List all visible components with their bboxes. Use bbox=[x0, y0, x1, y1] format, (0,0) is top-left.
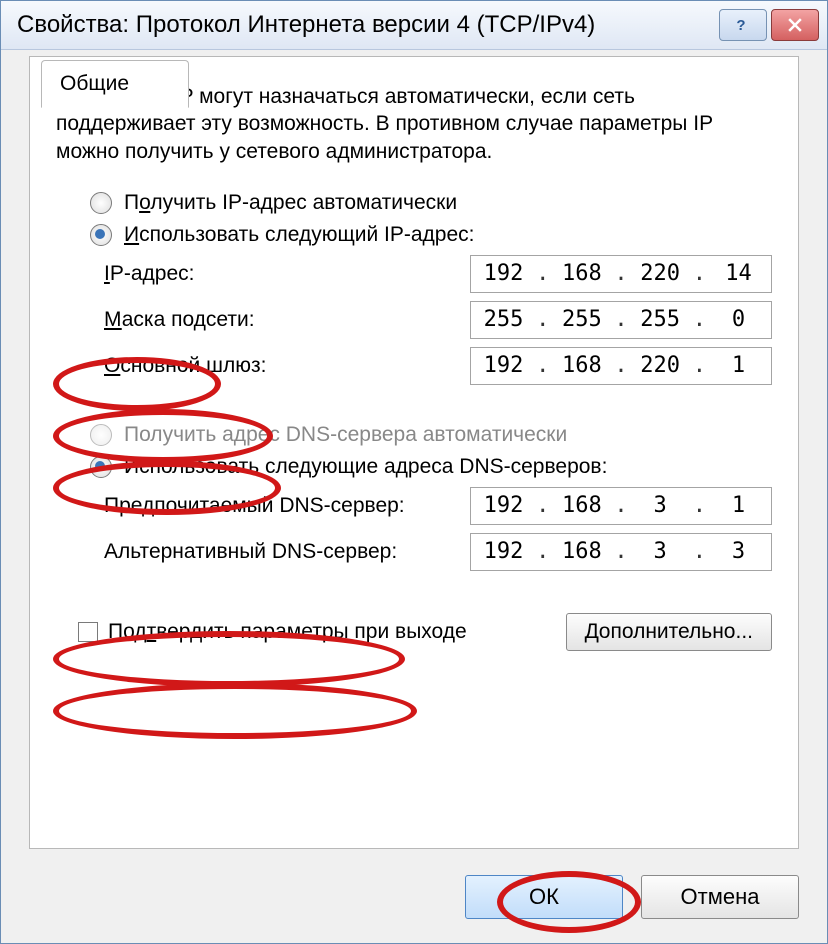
cancel-button[interactable]: Отмена bbox=[641, 875, 799, 919]
radio-label: Получить IP-адрес автоматически bbox=[124, 191, 457, 215]
advanced-button[interactable]: Дополнительно... bbox=[566, 613, 772, 651]
row-preferred-dns: Предпочитаемый DNS-сервер: 192. 168. 3. … bbox=[56, 487, 772, 525]
row-alternate-dns: Альтернативный DNS-сервер: 192. 168. 3. … bbox=[56, 533, 772, 571]
window-title: Свойства: Протокол Интернета версии 4 (T… bbox=[9, 11, 715, 39]
tab-label: Общие bbox=[60, 72, 129, 96]
tab-panel-general: Параметры IP могут назначаться автоматич… bbox=[29, 56, 799, 849]
radio-label: Получить адрес DNS-сервера автоматически bbox=[124, 423, 567, 447]
ip-address-input[interactable]: 192. 168. 220. 14 bbox=[470, 255, 772, 293]
alternate-dns-input[interactable]: 192. 168. 3. 3 bbox=[470, 533, 772, 571]
radio-dns-auto: Получить адрес DNS-сервера автоматически bbox=[56, 423, 772, 447]
tab-general[interactable]: Общие bbox=[41, 60, 189, 108]
close-icon bbox=[785, 15, 805, 35]
properties-dialog: Свойства: Протокол Интернета версии 4 (T… bbox=[0, 0, 828, 944]
row-ip-address: IP-адрес: 192. 168. 220. 14 bbox=[56, 255, 772, 293]
row-subnet-mask: Маска подсети: 255. 255. 255. 0 bbox=[56, 301, 772, 339]
default-gateway-input[interactable]: 192. 168. 220. 1 bbox=[470, 347, 772, 385]
titlebar: Свойства: Протокол Интернета версии 4 (T… bbox=[1, 1, 827, 50]
radio-label: Использовать следующий IP-адрес: bbox=[124, 223, 475, 247]
default-gateway-label: Основной шлюз: bbox=[104, 354, 266, 378]
row-default-gateway: Основной шлюз: 192. 168. 220. 1 bbox=[56, 347, 772, 385]
close-button[interactable] bbox=[771, 9, 819, 41]
row-bottom: Подтвердить параметры при выходе Дополни… bbox=[56, 613, 772, 651]
dialog-buttons: ОК Отмена bbox=[29, 875, 799, 919]
radio-icon bbox=[90, 456, 112, 478]
help-button[interactable]: ? bbox=[719, 9, 767, 41]
subnet-mask-input[interactable]: 255. 255. 255. 0 bbox=[470, 301, 772, 339]
radio-icon bbox=[90, 424, 112, 446]
confirm-on-exit-checkbox[interactable]: Подтвердить параметры при выходе bbox=[56, 620, 467, 644]
radio-ip-auto[interactable]: Получить IP-адрес автоматически bbox=[56, 191, 772, 215]
subnet-mask-label: Маска подсети: bbox=[104, 308, 255, 332]
help-icon: ? bbox=[733, 15, 753, 35]
ip-address-label: IP-адрес: bbox=[104, 262, 194, 286]
radio-icon bbox=[90, 224, 112, 246]
preferred-dns-input[interactable]: 192. 168. 3. 1 bbox=[470, 487, 772, 525]
checkbox-label: Подтвердить параметры при выходе bbox=[108, 620, 467, 644]
radio-dns-manual[interactable]: Использовать следующие адреса DNS-сервер… bbox=[56, 455, 772, 479]
checkbox-icon bbox=[78, 622, 98, 642]
radio-ip-manual[interactable]: Использовать следующий IP-адрес: bbox=[56, 223, 772, 247]
radio-label: Использовать следующие адреса DNS-сервер… bbox=[124, 455, 607, 479]
radio-icon bbox=[90, 192, 112, 214]
ok-button[interactable]: ОК bbox=[465, 875, 623, 919]
svg-text:?: ? bbox=[736, 17, 745, 34]
alternate-dns-label: Альтернативный DNS-сервер: bbox=[104, 540, 397, 564]
preferred-dns-label: Предпочитаемый DNS-сервер: bbox=[104, 494, 405, 518]
